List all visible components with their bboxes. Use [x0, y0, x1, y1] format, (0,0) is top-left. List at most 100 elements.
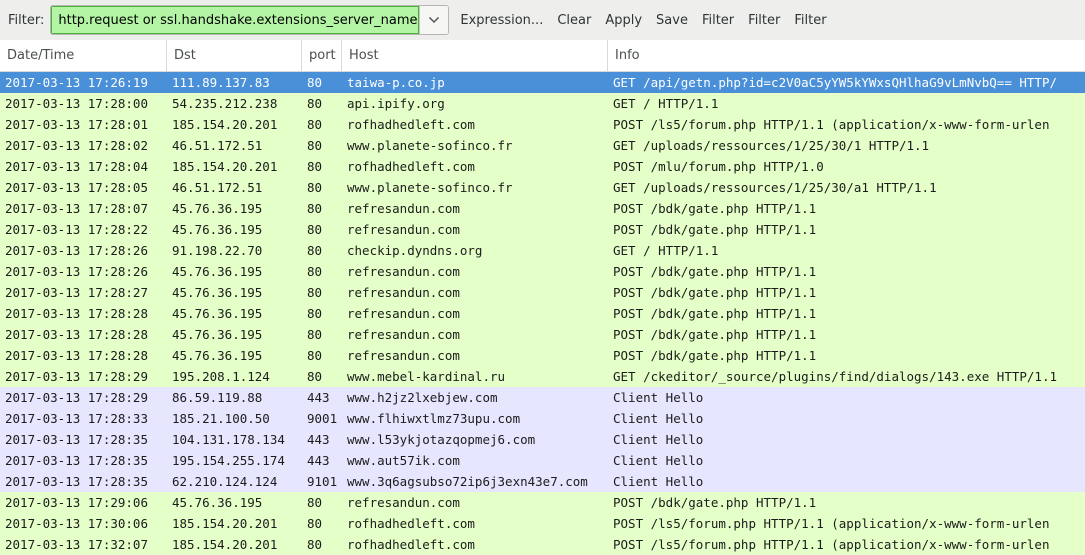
cell-host: www.flhiwxtlmz73upu.com	[347, 411, 521, 426]
cell-datetime: 2017-03-13 17:28:26	[5, 264, 148, 279]
packet-row[interactable]: 2017-03-13 17:30:06 185.154.20.201 80 rofha…	[0, 513, 1085, 534]
filter-button-2[interactable]: Filter	[741, 13, 787, 28]
cell-port: 80	[307, 180, 323, 195]
apply-button[interactable]: Apply	[598, 13, 649, 28]
cell-datetime: 2017-03-13 17:28:22	[5, 222, 148, 237]
filter-dropdown-button[interactable]	[419, 6, 449, 34]
packet-row[interactable]: 2017-03-13 17:26:19 111.89.137.83 80 taiwa-…	[0, 72, 1085, 93]
packet-row[interactable]: 2017-03-13 17:28:35 62.210.124.124 9101 www…	[0, 471, 1085, 492]
cell-datetime: 2017-03-13 17:28:28	[5, 348, 148, 363]
cell-info: POST /bdk/gate.php HTTP/1.1	[613, 327, 817, 342]
expression-button[interactable]: Expression...	[453, 13, 550, 28]
cell-dst: 45.76.36.195	[172, 222, 263, 237]
packet-row[interactable]: 2017-03-13 17:28:29 86.59.119.88 443 www.h2…	[0, 387, 1085, 408]
packet-row[interactable]: 2017-03-13 17:28:02 46.51.172.51 80 www.pla…	[0, 135, 1085, 156]
cell-dst: 185.154.20.201	[172, 516, 278, 531]
packet-row[interactable]: 2017-03-13 17:29:06 45.76.36.195 80 refresa…	[0, 492, 1085, 513]
cell-info: GET /api/getn.php?id=c2V0aC5yYW5kYWxsQHl…	[613, 75, 1058, 90]
packet-row[interactable]: 2017-03-13 17:28:35 195.154.255.174 443 www…	[0, 450, 1085, 471]
filter-button-3[interactable]: Filter	[787, 13, 833, 28]
cell-port: 80	[307, 495, 323, 510]
packet-row[interactable]: 2017-03-13 17:28:26 91.198.22.70 80 checkip…	[0, 240, 1085, 261]
cell-port: 443	[307, 432, 330, 447]
cell-dst: 185.21.100.50	[172, 411, 270, 426]
cell-port: 80	[307, 159, 323, 174]
packet-row[interactable]: 2017-03-13 17:28:29 195.208.1.124 80 www.me…	[0, 366, 1085, 387]
cell-port: 80	[307, 243, 323, 258]
cell-dst: 111.89.137.83	[172, 75, 270, 90]
packet-row[interactable]: 2017-03-13 17:28:07 45.76.36.195 80 refresa…	[0, 198, 1085, 219]
cell-dst: 104.131.178.134	[172, 432, 285, 447]
cell-dst: 195.208.1.124	[172, 369, 270, 384]
cell-info: POST /bdk/gate.php HTTP/1.1	[613, 222, 817, 237]
packet-row[interactable]: 2017-03-13 17:28:04 185.154.20.201 80 rofha…	[0, 156, 1085, 177]
cell-port: 80	[307, 201, 323, 216]
cell-host: refresandun.com	[347, 327, 460, 342]
packet-row[interactable]: 2017-03-13 17:28:01 185.154.20.201 80 rofha…	[0, 114, 1085, 135]
cell-host: refresandun.com	[347, 285, 460, 300]
cell-host: refresandun.com	[347, 348, 460, 363]
cell-info: GET / HTTP/1.1	[613, 243, 719, 258]
packet-row[interactable]: 2017-03-13 17:28:27 45.76.36.195 80 refresa…	[0, 282, 1085, 303]
packet-row[interactable]: 2017-03-13 17:28:28 45.76.36.195 80 refresa…	[0, 303, 1085, 324]
save-button[interactable]: Save	[649, 13, 695, 28]
column-header-dst[interactable]: Dst	[167, 40, 302, 71]
cell-datetime: 2017-03-13 17:28:28	[5, 306, 148, 321]
cell-host: www.h2jz2lxebjew.com	[347, 390, 498, 405]
cell-datetime: 2017-03-13 17:29:06	[5, 495, 148, 510]
packet-row[interactable]: 2017-03-13 17:28:26 45.76.36.195 80 refresa…	[0, 261, 1085, 282]
cell-info: POST /ls5/forum.php HTTP/1.1 (applicatio…	[613, 537, 1050, 552]
cell-dst: 185.154.20.201	[172, 159, 278, 174]
cell-datetime: 2017-03-13 17:28:07	[5, 201, 148, 216]
packet-list: 2017-03-13 17:26:19 111.89.137.83 80 taiwa-…	[0, 72, 1085, 555]
packet-row[interactable]: 2017-03-13 17:28:33 185.21.100.50 9001 www.…	[0, 408, 1085, 429]
cell-dst: 45.76.36.195	[172, 201, 263, 216]
cell-host: rofhadhedleft.com	[347, 516, 475, 531]
cell-datetime: 2017-03-13 17:28:35	[5, 453, 148, 468]
cell-dst: 62.210.124.124	[172, 474, 278, 489]
display-filter-combo[interactable]: http.request or ssl.handshake.extensions…	[50, 5, 450, 35]
column-header-port[interactable]: port	[302, 40, 342, 71]
packet-row[interactable]: 2017-03-13 17:28:35 104.131.178.134 443 www…	[0, 429, 1085, 450]
packet-row[interactable]: 2017-03-13 17:28:28 45.76.36.195 80 refresa…	[0, 345, 1085, 366]
column-header-datetime[interactable]: Date/Time	[0, 40, 167, 71]
column-header-host[interactable]: Host	[342, 40, 608, 71]
packet-row[interactable]: 2017-03-13 17:28:05 46.51.172.51 80 www.pla…	[0, 177, 1085, 198]
cell-port: 80	[307, 222, 323, 237]
filter-button-1[interactable]: Filter	[695, 13, 741, 28]
cell-info: POST /bdk/gate.php HTTP/1.1	[613, 348, 817, 363]
packet-row[interactable]: 2017-03-13 17:28:22 45.76.36.195 80 refresa…	[0, 219, 1085, 240]
packet-row[interactable]: 2017-03-13 17:28:28 45.76.36.195 80 refresa…	[0, 324, 1085, 345]
cell-dst: 195.154.255.174	[172, 453, 285, 468]
cell-datetime: 2017-03-13 17:28:33	[5, 411, 148, 426]
cell-dst: 45.76.36.195	[172, 264, 263, 279]
cell-datetime: 2017-03-13 17:28:35	[5, 432, 148, 447]
cell-dst: 185.154.20.201	[172, 537, 278, 552]
cell-datetime: 2017-03-13 17:28:29	[5, 390, 148, 405]
cell-host: www.l53ykjotazqopmej6.com	[347, 432, 536, 447]
cell-port: 9001	[307, 411, 338, 426]
clear-button[interactable]: Clear	[550, 13, 598, 28]
cell-dst: 46.51.172.51	[172, 180, 263, 195]
cell-info: Client Hello	[613, 390, 704, 405]
cell-host: refresandun.com	[347, 201, 460, 216]
cell-port: 9101	[307, 474, 338, 489]
cell-host: refresandun.com	[347, 495, 460, 510]
packet-row[interactable]: 2017-03-13 17:32:07 185.154.20.201 80 rofha…	[0, 534, 1085, 555]
cell-host: checkip.dyndns.org	[347, 243, 483, 258]
cell-host: rofhadhedleft.com	[347, 537, 475, 552]
cell-host: refresandun.com	[347, 222, 460, 237]
display-filter-input[interactable]: http.request or ssl.handshake.extensions…	[51, 6, 420, 34]
cell-host: www.aut57ik.com	[347, 453, 460, 468]
cell-host: taiwa-p.co.jp	[347, 75, 445, 90]
cell-info: POST /bdk/gate.php HTTP/1.1	[613, 306, 817, 321]
cell-datetime: 2017-03-13 17:28:02	[5, 138, 148, 153]
column-header-info[interactable]: Info	[608, 40, 1085, 71]
cell-info: Client Hello	[613, 411, 704, 426]
cell-info: POST /bdk/gate.php HTTP/1.1	[613, 264, 817, 279]
packet-row[interactable]: 2017-03-13 17:28:00 54.235.212.238 80 api.i…	[0, 93, 1085, 114]
cell-host: www.mebel-kardinal.ru	[347, 369, 506, 384]
cell-datetime: 2017-03-13 17:28:28	[5, 327, 148, 342]
cell-port: 80	[307, 117, 323, 132]
cell-dst: 45.76.36.195	[172, 306, 263, 321]
